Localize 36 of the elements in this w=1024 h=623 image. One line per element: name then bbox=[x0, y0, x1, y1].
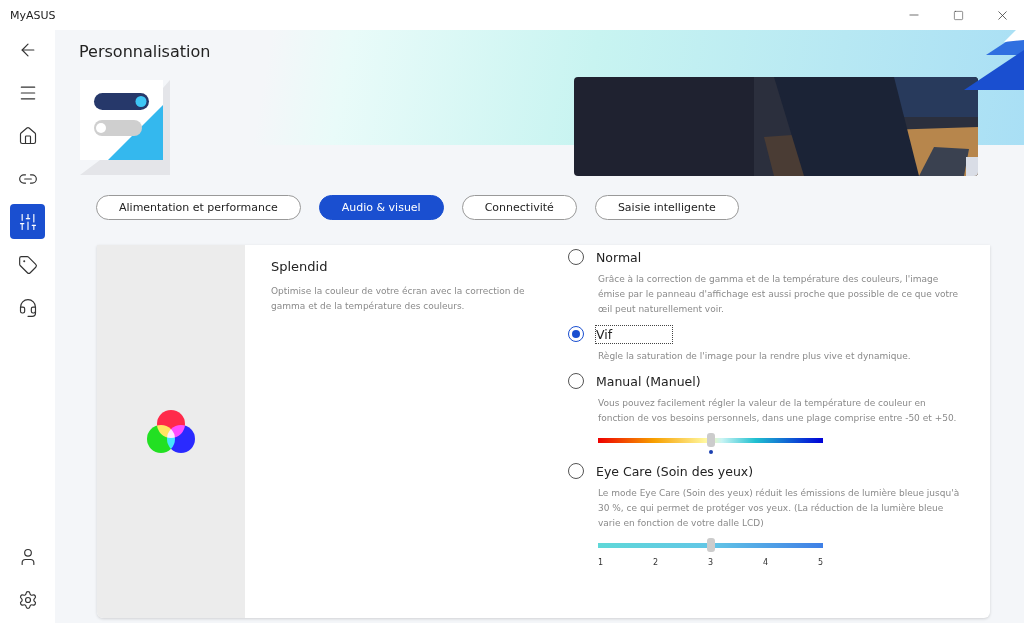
tick-label: 4 bbox=[762, 558, 768, 567]
tick-label: 1 bbox=[598, 558, 604, 567]
radio-button[interactable] bbox=[568, 373, 584, 389]
radio-button[interactable] bbox=[568, 249, 584, 265]
option-label[interactable]: Eye Care (Soin des yeux) bbox=[596, 462, 758, 480]
sliders-button[interactable] bbox=[10, 204, 45, 239]
tab[interactable]: Saisie intelligente bbox=[594, 195, 739, 220]
option-description: Vous pouvez facilement régler la valeur de la température de couleur en fonction de vos besoins personnels, dans une plage comprise entre -50 et +50. bbox=[598, 397, 958, 425]
radio-button[interactable] bbox=[568, 326, 584, 342]
color-circles-icon bbox=[146, 408, 196, 455]
tick-label: 2 bbox=[652, 558, 659, 567]
maximize-icon bbox=[952, 9, 964, 21]
option-label[interactable]: Vif bbox=[596, 325, 672, 343]
setting-description: Optimise la couleur de votre écran avec la correction de gamma et de la température des couleurs. bbox=[271, 285, 526, 313]
option-description: Le mode Eye Care (Soin des yeux) réduit les émissions de lumière bleue jusqu'à 30 %, ce qui permet de protéger vos yeux. (La réduction de la lumière bleue varie en fonction de votre dalle LCD) bbox=[598, 487, 960, 530]
option-description: Grâce à la correction de gamma et de la température des couleurs, l'image émise par le panneau d'affichage est aussi proche que possible de ce que votre œil peut naturellement voir. bbox=[598, 273, 960, 316]
slider-thumb[interactable] bbox=[706, 433, 715, 447]
setting-title: Splendid bbox=[271, 259, 329, 274]
slider-thumb[interactable] bbox=[706, 538, 715, 552]
marker-dot bbox=[708, 450, 713, 454]
home-icon bbox=[17, 125, 38, 146]
window-title: MyASUS bbox=[10, 8, 57, 22]
page-title: Personnalisation bbox=[79, 42, 212, 62]
tick-label: 3 bbox=[707, 558, 714, 567]
tab[interactable]: Alimentation et performance bbox=[96, 195, 301, 220]
tab[interactable]: Connectivité bbox=[461, 195, 577, 220]
option-description: Règle la saturation de l'image pour la rendre plus vive et dynamique. bbox=[598, 350, 912, 363]
option-label[interactable]: Normal bbox=[596, 248, 646, 266]
settings-icon bbox=[17, 589, 38, 610]
sliders-icon bbox=[17, 211, 38, 232]
radio-button[interactable] bbox=[568, 463, 584, 479]
tick-label: 5 bbox=[817, 558, 823, 567]
headset-icon bbox=[17, 297, 38, 318]
tag-icon bbox=[17, 254, 38, 275]
tab[interactable]: Audio & visuel bbox=[318, 195, 444, 220]
option-label[interactable]: Manual (Manuel) bbox=[596, 372, 705, 390]
